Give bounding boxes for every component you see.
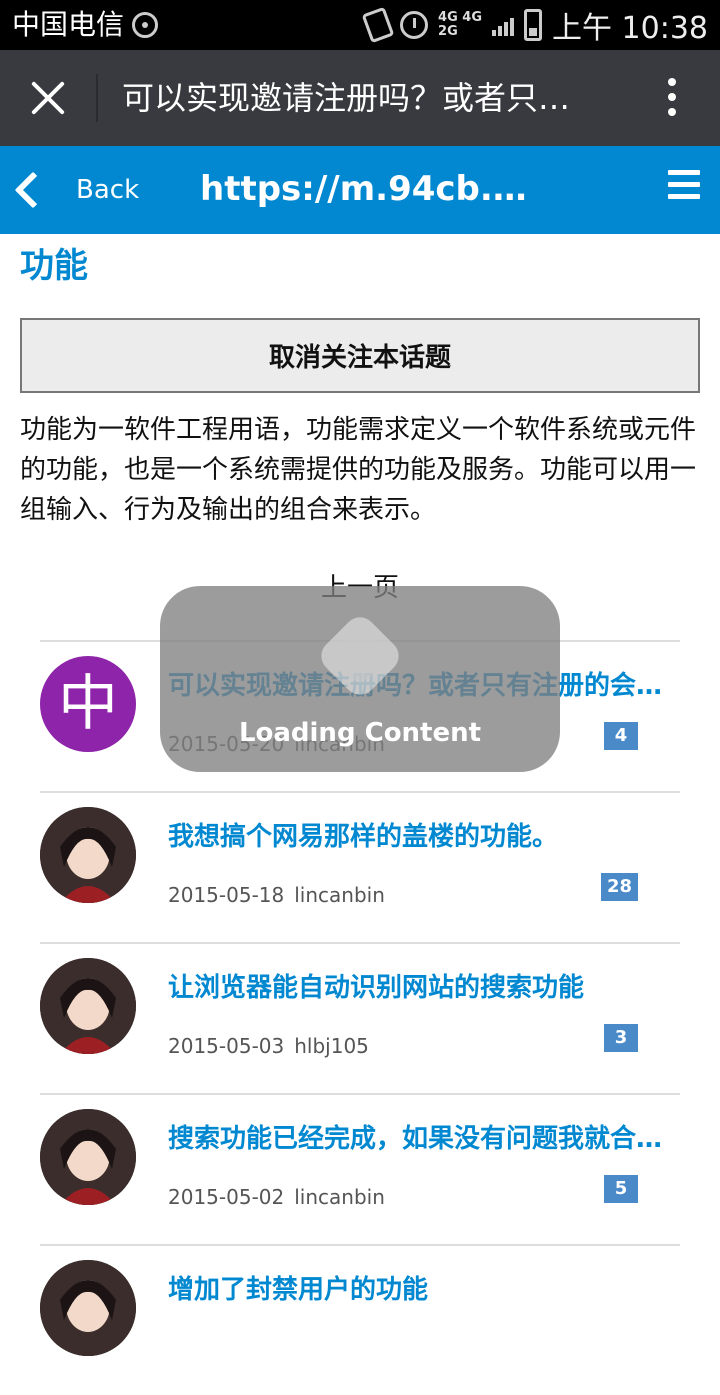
reply-count-badge: 5 bbox=[604, 1175, 638, 1203]
site-nav-bar: Back https://m.94cb.com/topic/功能 bbox=[0, 146, 720, 234]
thread-item[interactable]: 搜索功能已经完成，如果没有问题我就合并到主分支了 2015-05-02 linca… bbox=[40, 1093, 680, 1244]
signal-icon bbox=[492, 14, 514, 36]
network-type: 4G 4G 2G bbox=[438, 11, 482, 39]
browser-title-bar: 可以实现邀请注册吗？或者只有注册的会员才能看到内容吗？ bbox=[0, 50, 720, 146]
topic-title: 功能 bbox=[20, 246, 88, 286]
thread-author[interactable]: lincanbin bbox=[294, 1185, 385, 1209]
media-disc-icon bbox=[132, 12, 158, 38]
avatar[interactable] bbox=[40, 807, 136, 903]
back-label: Back bbox=[76, 175, 140, 205]
reply-count-badge: 3 bbox=[604, 1024, 638, 1052]
unfollow-topic-button[interactable]: 取消关注本话题 bbox=[20, 318, 700, 393]
thread-date: 2015-05-03 bbox=[168, 1034, 285, 1058]
avatar-image bbox=[40, 807, 136, 903]
thread-title[interactable]: 我想搞个网易那样的盖楼的功能。 bbox=[168, 819, 668, 855]
avatar-image bbox=[40, 958, 136, 1054]
back-button[interactable]: Back bbox=[10, 166, 139, 214]
thread-meta: 2015-05-03 hlbj105 bbox=[168, 1032, 369, 1060]
status-bar: 中国电信 4G 4G 2G 上午 10:38 bbox=[0, 0, 720, 50]
hamburger-icon[interactable] bbox=[668, 170, 700, 206]
loading-spinner-icon bbox=[314, 610, 406, 702]
title-divider bbox=[96, 74, 98, 122]
avatar-image bbox=[40, 1260, 136, 1356]
chevron-left-icon bbox=[14, 171, 52, 209]
reply-count-badge: 4 bbox=[604, 722, 638, 750]
avatar[interactable] bbox=[40, 958, 136, 1054]
avatar[interactable]: 中 bbox=[40, 656, 136, 752]
network-type-top: 4G 4G bbox=[438, 10, 482, 25]
alarm-icon bbox=[400, 11, 429, 39]
loading-label: Loading Content bbox=[238, 718, 482, 748]
loading-toast: Loading Content bbox=[160, 586, 560, 772]
url-label: https://m.94cb.com/topic/功能 bbox=[200, 169, 530, 209]
thread-title[interactable]: 让浏览器能自动识别网站的搜索功能 bbox=[168, 970, 668, 1006]
thread-item[interactable]: 增加了封禁用户的功能 bbox=[40, 1244, 680, 1395]
thread-date: 2015-05-18 bbox=[168, 883, 285, 907]
thread-title[interactable]: 搜索功能已经完成，如果没有问题我就合并到主分支了 bbox=[168, 1121, 668, 1157]
carrier-name: 中国电信 bbox=[12, 8, 125, 41]
vibrate-icon bbox=[361, 6, 395, 44]
avatar[interactable] bbox=[40, 1109, 136, 1205]
thread-meta: 2015-05-18 lincanbin bbox=[168, 881, 385, 909]
topic-description: 功能为一软件工程用语，功能需求定义一个软件系统或元件的功能，也是一个系统需提供的… bbox=[20, 415, 697, 525]
clock: 上午 10:38 bbox=[552, 11, 708, 46]
thread-item[interactable]: 让浏览器能自动识别网站的搜索功能 2015-05-03 hlbj105 3 bbox=[40, 942, 680, 1093]
network-type-bottom: 2G bbox=[438, 24, 458, 39]
more-vertical-icon[interactable] bbox=[668, 78, 678, 122]
avatar[interactable] bbox=[40, 1260, 136, 1356]
close-icon[interactable] bbox=[30, 80, 66, 116]
avatar-image bbox=[40, 1109, 136, 1205]
thread-date: 2015-05-02 bbox=[168, 1185, 285, 1209]
thread-author[interactable]: hlbj105 bbox=[294, 1034, 369, 1058]
reply-count-badge: 28 bbox=[600, 873, 638, 901]
thread-item[interactable]: 我想搞个网易那样的盖楼的功能。 2015-05-18 lincanbin 28 bbox=[40, 791, 680, 942]
thread-title[interactable]: 增加了封禁用户的功能 bbox=[168, 1272, 668, 1308]
status-icons: 4G 4G 2G 上午 10:38 bbox=[361, 6, 708, 46]
thread-author[interactable]: lincanbin bbox=[294, 883, 385, 907]
page-title: 可以实现邀请注册吗？或者只有注册的会员才能看到内容吗？ bbox=[122, 79, 592, 117]
thread-meta: 2015-05-02 lincanbin bbox=[168, 1183, 385, 1211]
battery-icon bbox=[524, 9, 542, 41]
